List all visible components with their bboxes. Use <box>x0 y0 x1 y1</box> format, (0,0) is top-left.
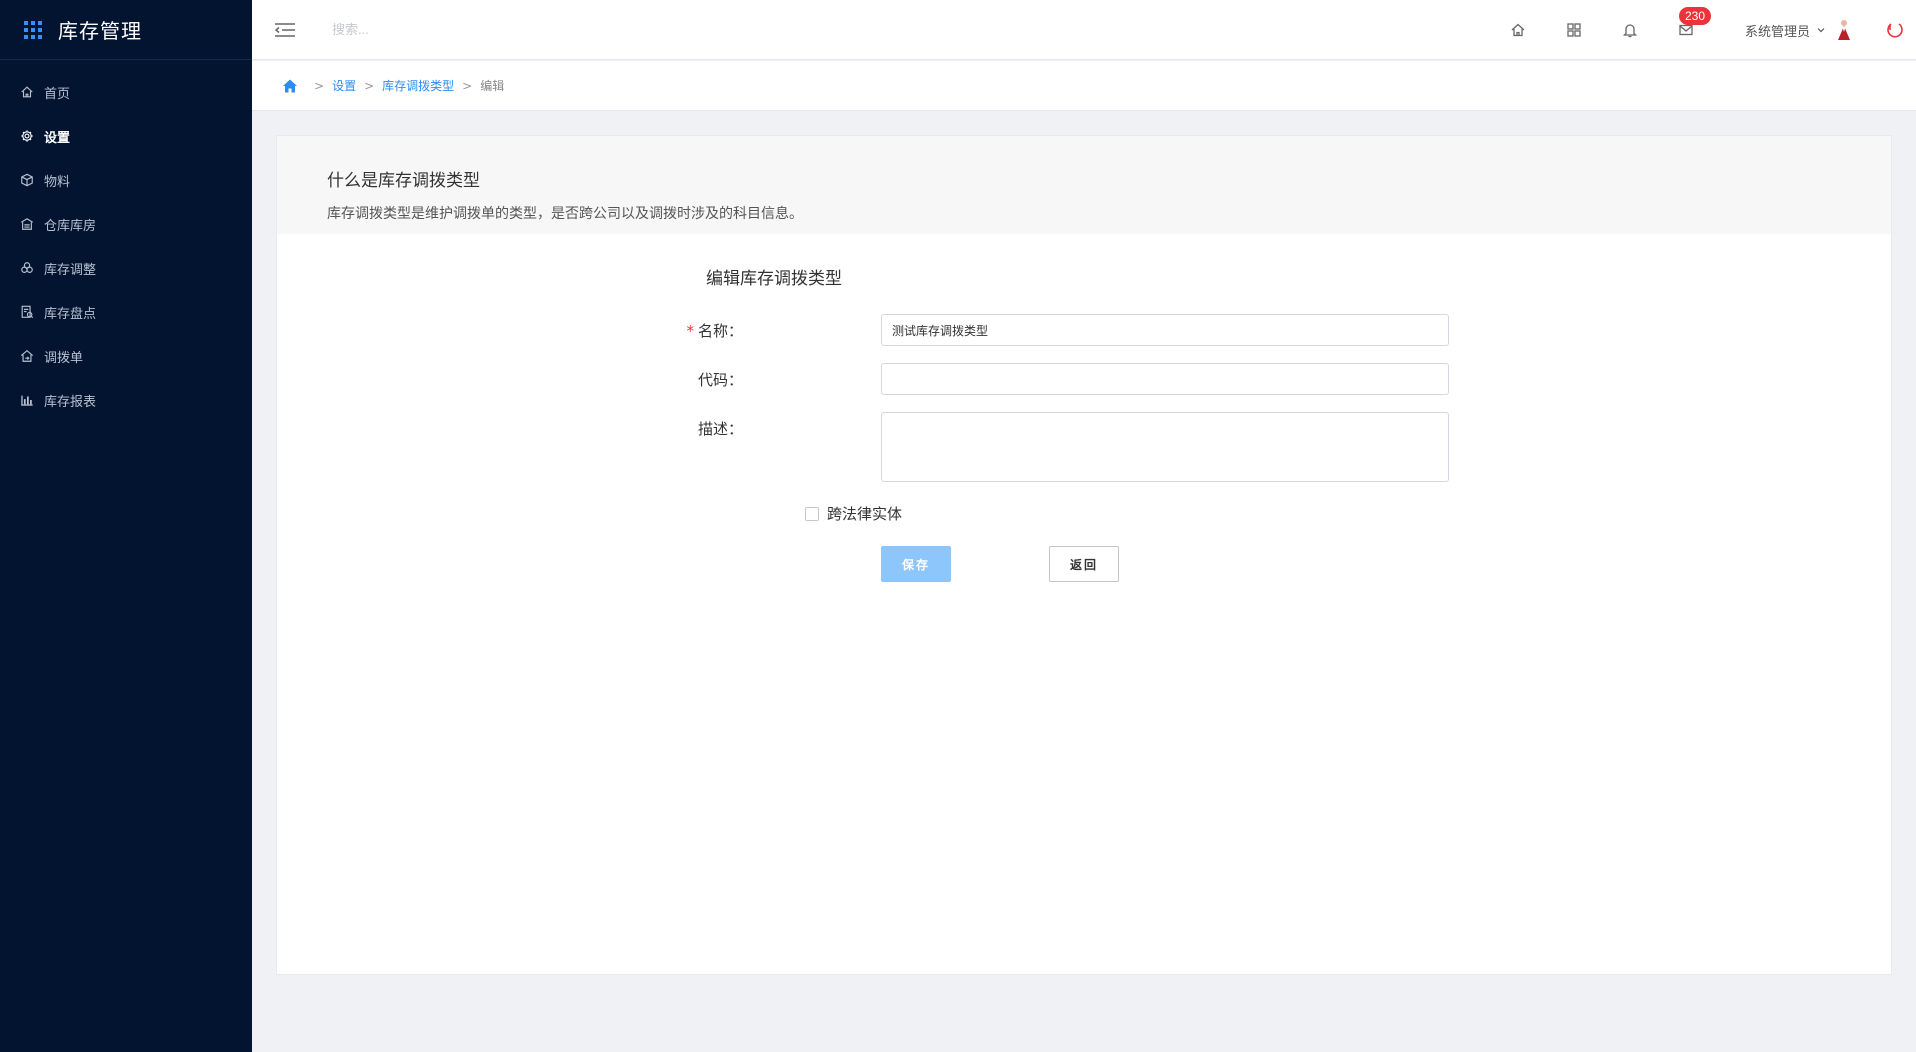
home-icon[interactable] <box>1509 21 1527 39</box>
main-card: 什么是库存调拨类型 库存调拨类型是维护调拨单的类型，是否跨公司以及调拨时涉及的科… <box>276 135 1892 975</box>
sidebar-menu: 首页 设置 物料 仓库库房 库存调整 库存盘点 调拨单 库存报表 <box>0 60 252 422</box>
save-button[interactable]: 保存 <box>881 546 951 582</box>
breadcrumb-settings[interactable]: 设置 <box>332 77 356 94</box>
apps-grid-icon[interactable] <box>24 20 42 39</box>
sidebar-item-stock-adjust[interactable]: 库存调整 <box>0 246 252 290</box>
intro-panel: 什么是库存调拨类型 库存调拨类型是维护调拨单的类型，是否跨公司以及调拨时涉及的科… <box>277 136 1891 234</box>
form-title: 编辑库存调拨类型 <box>706 269 842 289</box>
sidebar-item-settings[interactable]: 设置 <box>0 114 252 158</box>
sidebar-item-label: 库存报表 <box>44 394 97 410</box>
user-name: 系统管理员 <box>1744 24 1810 40</box>
breadcrumb-separator: > <box>364 78 375 93</box>
sidebar-item-label: 调拨单 <box>44 350 84 366</box>
mail-badge: 230 <box>1678 7 1712 25</box>
app-title: 库存管理 <box>58 19 142 43</box>
intro-description: 库存调拨类型是维护调拨单的类型，是否跨公司以及调拨时涉及的科目信息。 <box>327 206 803 222</box>
sidebar-item-label: 仓库库房 <box>44 218 97 234</box>
top-bar: 230 系统管理员 <box>252 0 1916 60</box>
transfer-icon <box>20 349 34 363</box>
grid-icon[interactable] <box>1565 21 1583 39</box>
sidebar-item-home[interactable]: 首页 <box>0 70 252 114</box>
box-icon <box>20 173 34 187</box>
sidebar-item-label: 库存调整 <box>44 262 97 278</box>
sidebar-item-label: 库存盘点 <box>44 306 97 322</box>
description-label: 描述： <box>697 420 743 438</box>
back-button[interactable]: 返回 <box>1049 546 1119 582</box>
checkbox-box[interactable] <box>805 506 819 521</box>
logout-icon[interactable] <box>1886 21 1904 39</box>
name-label: * 名称： <box>686 322 743 340</box>
breadcrumb: > 设置 > 库存调拨类型 > 编辑 <box>252 61 1916 111</box>
sidebar-item-materials[interactable]: 物料 <box>0 158 252 202</box>
top-bar-actions: 230 系统管理员 <box>1509 0 1916 60</box>
breadcrumb-separator: > <box>462 78 473 93</box>
avatar[interactable] <box>1836 19 1852 41</box>
breadcrumb-transfer-type[interactable]: 库存调拨类型 <box>382 77 454 94</box>
user-menu[interactable]: 系统管理员 <box>1745 21 1826 40</box>
name-field[interactable] <box>881 314 1449 346</box>
search-input[interactable] <box>332 22 652 37</box>
sidebar-item-stock-check[interactable]: 库存盘点 <box>0 290 252 334</box>
sidebar-item-transfer-order[interactable]: 调拨单 <box>0 334 252 378</box>
breadcrumb-separator: > <box>314 78 325 93</box>
code-label: 代码： <box>697 371 743 389</box>
sidebar-item-stock-report[interactable]: 库存报表 <box>0 378 252 422</box>
brand: 库存管理 <box>0 0 252 60</box>
sidebar-item-label: 设置 <box>44 130 71 146</box>
bell-icon[interactable] <box>1621 21 1639 39</box>
mail-icon[interactable]: 230 <box>1677 7 1712 39</box>
cross-entity-label: 跨法律实体 <box>827 505 903 523</box>
warehouse-icon <box>20 217 34 231</box>
breadcrumb-current: 编辑 <box>480 79 505 93</box>
intro-title: 什么是库存调拨类型 <box>327 171 480 191</box>
sidebar: 库存管理 首页 设置 物料 仓库库房 库存调整 库存盘点 调拨单 库存报表 <box>0 0 252 1052</box>
inventory-check-icon <box>20 305 34 319</box>
home-icon <box>20 85 34 99</box>
sidebar-item-warehouse[interactable]: 仓库库房 <box>0 202 252 246</box>
sidebar-item-label: 首页 <box>44 86 71 102</box>
sidebar-item-label: 物料 <box>44 174 71 190</box>
breadcrumb-home-icon[interactable] <box>282 78 298 94</box>
menu-toggle-icon[interactable] <box>274 22 296 38</box>
adjust-icon <box>20 261 34 275</box>
chevron-down-icon <box>1817 28 1825 33</box>
bar-chart-icon <box>20 393 34 407</box>
gear-icon <box>20 129 34 143</box>
description-field[interactable] <box>881 412 1449 482</box>
required-mark: * <box>686 322 694 340</box>
cross-entity-checkbox[interactable]: 跨法律实体 <box>805 503 902 524</box>
code-field[interactable] <box>881 363 1449 395</box>
